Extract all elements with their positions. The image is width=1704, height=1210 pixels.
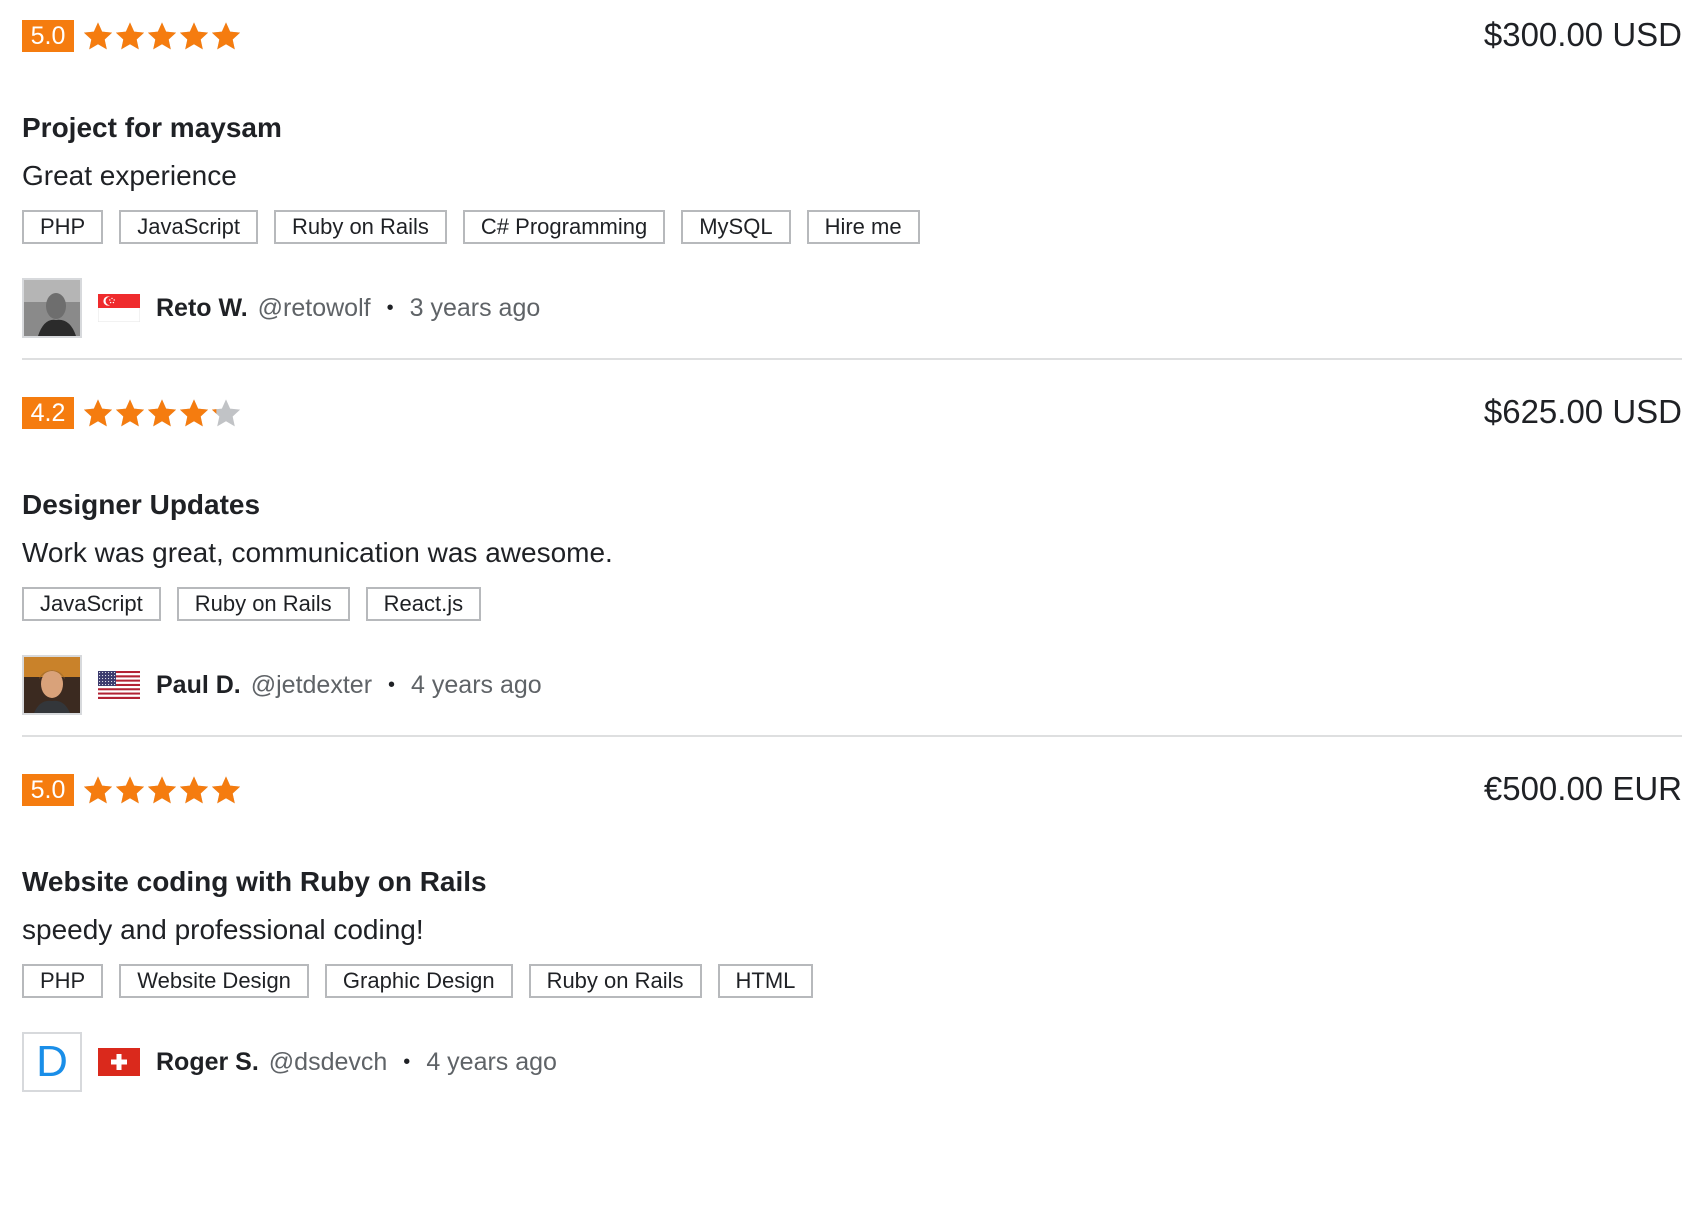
rating-score-badge: 5.0 xyxy=(22,774,74,806)
reviewer-avatar[interactable] xyxy=(22,655,82,715)
rating-row: 4.2 xyxy=(22,397,242,429)
project-title: Project for maysam xyxy=(22,112,282,143)
project-title: Designer Updates xyxy=(22,489,261,520)
skill-tag[interactable]: Ruby on Rails xyxy=(273,210,447,244)
skill-tags: JavaScript Ruby on Rails React.js xyxy=(22,587,497,621)
reviewer-name[interactable]: Roger S. xyxy=(156,1048,259,1077)
skill-tags: PHP Website Design Graphic Design Ruby on R… xyxy=(22,964,829,998)
separator-dot: • xyxy=(403,1050,411,1073)
review-time-ago: 4 years ago xyxy=(411,670,542,699)
star-icon xyxy=(179,22,209,50)
avatar-photo xyxy=(24,280,80,336)
project-price: €500.00 EUR xyxy=(1483,770,1682,807)
reviewer-info: Paul D. @jetdexter • 4 years ago xyxy=(22,653,542,717)
skill-tag[interactable]: HTML xyxy=(717,964,814,998)
separator-dot: • xyxy=(388,673,396,696)
skill-tag[interactable]: JavaScript xyxy=(22,587,161,621)
skill-tag[interactable]: Ruby on Rails xyxy=(528,964,702,998)
project-price: $300.00 USD xyxy=(1483,16,1682,53)
project-title: Website coding with Ruby on Rails xyxy=(22,866,487,897)
reviewer-handle[interactable]: @dsdevch xyxy=(269,1048,388,1077)
star-rating xyxy=(82,774,242,806)
star-icon xyxy=(115,22,145,50)
star-icon xyxy=(115,399,145,427)
reviewer-handle[interactable]: @retowolf xyxy=(258,294,371,323)
star-icon xyxy=(179,776,209,804)
skill-tag[interactable]: PHP xyxy=(22,964,104,998)
review-time-ago: 4 years ago xyxy=(426,1047,557,1076)
star-icon xyxy=(179,399,209,427)
reviewer-info: D Roger S. @dsdevch • 4 years ago xyxy=(22,1030,557,1094)
skill-tag[interactable]: Website Design xyxy=(119,964,309,998)
star-icon xyxy=(211,776,241,804)
skill-tag[interactable]: Ruby on Rails xyxy=(176,587,350,621)
rating-row: 5.0 xyxy=(22,20,242,52)
reviewer-info: Reto W. @retowolf • 3 years ago xyxy=(22,276,540,340)
skill-tag[interactable]: Hire me xyxy=(806,210,920,244)
review-card: 5.0 €500.00 EUR Website coding with Ruby o… xyxy=(22,754,1682,1165)
skill-tag[interactable]: MySQL xyxy=(681,210,791,244)
star-icon xyxy=(83,776,113,804)
star-icon xyxy=(147,776,177,804)
reviewer-name[interactable]: Paul D. xyxy=(156,671,241,700)
reviewer-avatar[interactable]: D xyxy=(22,1032,82,1092)
star-icon xyxy=(115,776,145,804)
usa-flag-icon xyxy=(98,671,140,699)
avatar-letter: D xyxy=(36,1037,68,1086)
review-time-ago: 3 years ago xyxy=(409,293,541,322)
skill-tags: PHP JavaScript Ruby on Rails C# Programming… xyxy=(22,210,936,244)
star-rating xyxy=(82,20,242,52)
separator-dot: • xyxy=(386,296,394,319)
star-icon xyxy=(211,399,241,427)
star-rating xyxy=(82,397,242,429)
review-comment: speedy and professional coding! xyxy=(22,914,424,945)
star-icon xyxy=(83,22,113,50)
singapore-flag-icon xyxy=(98,294,140,322)
avatar-photo xyxy=(24,657,80,713)
reviewer-handle[interactable]: @jetdexter xyxy=(251,671,372,700)
project-price: $625.00 USD xyxy=(1483,393,1682,430)
skill-tag[interactable]: JavaScript xyxy=(119,210,258,244)
skill-tag[interactable]: Graphic Design xyxy=(324,964,513,998)
review-comment: Great experience xyxy=(22,160,237,191)
review-card: 4.2 $625.00 USD Designer Updates Work was g… xyxy=(22,377,1682,788)
reviewer-name[interactable]: Reto W. xyxy=(156,294,248,323)
skill-tag[interactable]: React.js xyxy=(365,587,482,621)
review-divider xyxy=(22,358,1682,360)
rating-score-badge: 5.0 xyxy=(22,20,74,52)
skill-tag[interactable]: PHP xyxy=(22,210,104,244)
star-icon xyxy=(147,22,177,50)
review-divider xyxy=(22,735,1682,737)
star-icon xyxy=(83,399,113,427)
reviewer-avatar[interactable] xyxy=(22,278,82,338)
review-list: 5.0 $300.00 USD Project for maysam Great ex… xyxy=(0,0,1704,1210)
review-comment: Work was great, communication was awesom… xyxy=(22,537,613,568)
star-icon xyxy=(211,22,241,50)
rating-score-badge: 4.2 xyxy=(22,397,74,429)
rating-row: 5.0 xyxy=(22,774,242,806)
star-icon xyxy=(147,399,177,427)
switzerland-flag-icon xyxy=(98,1048,140,1076)
skill-tag[interactable]: C# Programming xyxy=(462,210,666,244)
review-card: 5.0 $300.00 USD Project for maysam Great ex… xyxy=(22,0,1682,411)
